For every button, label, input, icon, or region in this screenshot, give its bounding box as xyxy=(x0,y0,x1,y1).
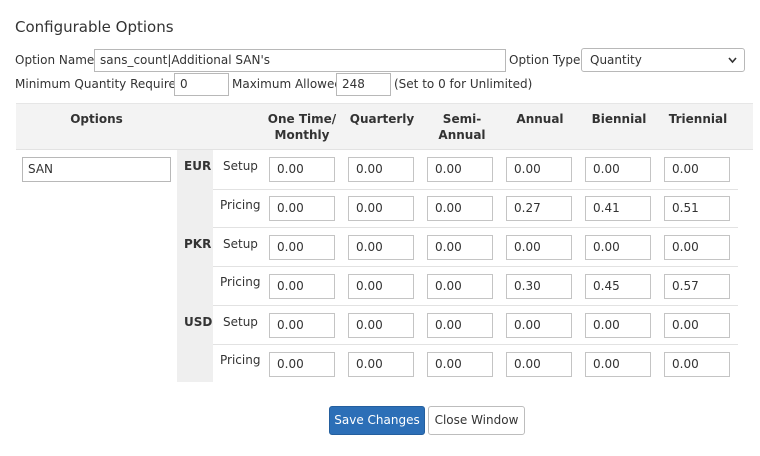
price-input-pkr-pricing-annual[interactable]: 0.30 xyxy=(506,274,572,299)
price-input-usd-pricing-semiannual[interactable]: 0.00 xyxy=(427,352,493,377)
options-column-header: Options xyxy=(70,112,123,126)
price-input-eur-setup-annual[interactable]: 0.00 xyxy=(506,157,572,182)
column-header-line: Triennial xyxy=(668,112,728,126)
price-input-eur-setup-triennial[interactable]: 0.00 xyxy=(664,157,730,182)
pricing-label: Pricing xyxy=(220,353,261,367)
row-divider xyxy=(213,189,738,190)
column-header-line: Annual xyxy=(438,128,486,142)
max-allowed-hint: (Set to 0 for Unlimited) xyxy=(394,77,533,91)
row-divider xyxy=(213,305,738,306)
column-header-line: Quarterly xyxy=(349,112,415,126)
price-input-pkr-setup-triennial[interactable]: 0.00 xyxy=(664,235,730,260)
option-type-select[interactable]: Quantity xyxy=(581,48,745,72)
option-name-input[interactable]: sans_count|Additional SAN's xyxy=(94,49,506,72)
column-header-line: Annual xyxy=(516,112,564,126)
price-input-pkr-pricing-monthly[interactable]: 0.00 xyxy=(269,274,335,299)
price-input-eur-pricing-annual[interactable]: 0.27 xyxy=(506,196,572,221)
price-input-pkr-setup-annual[interactable]: 0.00 xyxy=(506,235,572,260)
setup-label: Setup xyxy=(223,159,258,173)
price-input-eur-pricing-quarterly[interactable]: 0.00 xyxy=(348,196,414,221)
price-input-pkr-setup-biennial[interactable]: 0.00 xyxy=(585,235,651,260)
price-input-pkr-pricing-triennial[interactable]: 0.57 xyxy=(664,274,730,299)
price-input-usd-pricing-monthly[interactable]: 0.00 xyxy=(269,352,335,377)
column-header-quarterly: Quarterly xyxy=(342,111,422,127)
price-input-usd-setup-biennial[interactable]: 0.00 xyxy=(585,313,651,338)
price-input-usd-pricing-annual[interactable]: 0.00 xyxy=(506,352,572,377)
price-input-usd-pricing-quarterly[interactable]: 0.00 xyxy=(348,352,414,377)
option-type-value: Quantity xyxy=(590,53,642,67)
price-input-eur-setup-monthly[interactable]: 0.00 xyxy=(269,157,335,182)
price-input-eur-setup-quarterly[interactable]: 0.00 xyxy=(348,157,414,182)
page-title: Configurable Options xyxy=(15,18,174,36)
column-header-line: Biennial xyxy=(591,112,647,126)
max-allowed-label: Maximum Allowed: xyxy=(232,77,347,91)
pricing-label: Pricing xyxy=(220,275,261,289)
currency-code: PKR xyxy=(184,237,212,251)
price-input-pkr-pricing-quarterly[interactable]: 0.00 xyxy=(348,274,414,299)
currency-code: EUR xyxy=(184,159,212,173)
pricing-table-header: Options One Time/ Monthly Quarterly Semi… xyxy=(16,103,753,150)
row-divider xyxy=(213,227,738,228)
column-header-semiannual: Semi- Annual xyxy=(422,111,502,143)
column-header-annual: Annual xyxy=(500,111,580,127)
currency-code: USD xyxy=(184,315,213,329)
setup-label: Setup xyxy=(223,315,258,329)
max-allowed-input[interactable]: 248 xyxy=(336,73,391,96)
setup-label: Setup xyxy=(223,237,258,251)
price-input-eur-pricing-triennial[interactable]: 0.51 xyxy=(664,196,730,221)
column-header-biennial: Biennial xyxy=(579,111,659,127)
price-input-pkr-pricing-semiannual[interactable]: 0.00 xyxy=(427,274,493,299)
option-type-label: Option Type: xyxy=(509,53,585,67)
price-input-pkr-setup-quarterly[interactable]: 0.00 xyxy=(348,235,414,260)
save-changes-button[interactable]: Save Changes xyxy=(329,406,425,435)
price-input-pkr-setup-monthly[interactable]: 0.00 xyxy=(269,235,335,260)
min-quantity-label: Minimum Quantity Required: xyxy=(15,77,188,91)
price-input-eur-pricing-monthly[interactable]: 0.00 xyxy=(269,196,335,221)
price-input-eur-pricing-semiannual[interactable]: 0.00 xyxy=(427,196,493,221)
price-input-eur-pricing-biennial[interactable]: 0.41 xyxy=(585,196,651,221)
close-window-button[interactable]: Close Window xyxy=(428,406,525,435)
row-divider xyxy=(213,266,738,267)
price-input-eur-setup-biennial[interactable]: 0.00 xyxy=(585,157,651,182)
currency-column xyxy=(177,150,213,382)
price-input-usd-setup-monthly[interactable]: 0.00 xyxy=(269,313,335,338)
price-input-usd-setup-quarterly[interactable]: 0.00 xyxy=(348,313,414,338)
price-input-usd-setup-semiannual[interactable]: 0.00 xyxy=(427,313,493,338)
price-input-usd-setup-annual[interactable]: 0.00 xyxy=(506,313,572,338)
price-input-pkr-setup-semiannual[interactable]: 0.00 xyxy=(427,235,493,260)
option-name-label: Option Name: xyxy=(15,53,99,67)
chevron-down-icon xyxy=(728,57,737,64)
min-quantity-input[interactable]: 0 xyxy=(174,73,229,96)
column-header-monthly: One Time/ Monthly xyxy=(262,111,342,143)
price-input-usd-pricing-biennial[interactable]: 0.00 xyxy=(585,352,651,377)
column-header-line: Semi- xyxy=(442,112,482,126)
pricing-label: Pricing xyxy=(220,198,261,212)
sub-option-input[interactable]: SAN xyxy=(22,157,171,182)
row-divider xyxy=(213,344,738,345)
column-header-triennial: Triennial xyxy=(658,111,738,127)
price-input-pkr-pricing-biennial[interactable]: 0.45 xyxy=(585,274,651,299)
column-header-line: One Time/ xyxy=(267,112,337,126)
price-input-usd-setup-triennial[interactable]: 0.00 xyxy=(664,313,730,338)
column-header-line: Monthly xyxy=(274,128,330,142)
price-input-usd-pricing-triennial[interactable]: 0.00 xyxy=(664,352,730,377)
price-input-eur-setup-semiannual[interactable]: 0.00 xyxy=(427,157,493,182)
